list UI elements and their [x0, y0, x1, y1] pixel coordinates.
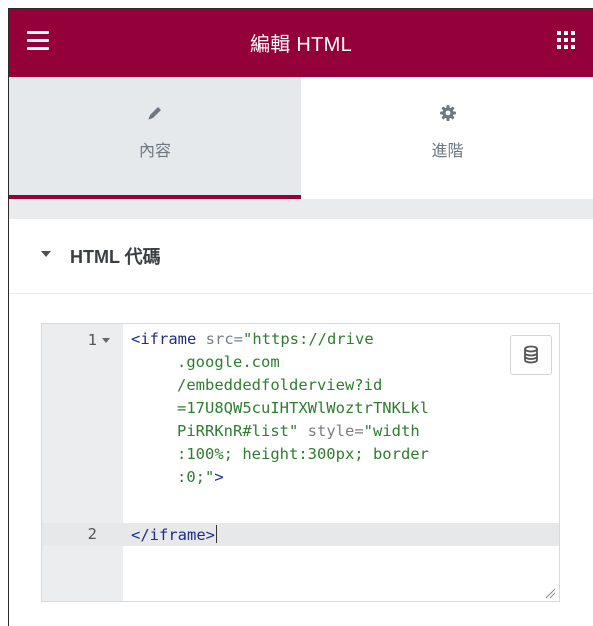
code-token-attr: style=	[298, 422, 364, 440]
panel-header: 編輯 HTML	[9, 9, 593, 77]
section-title: HTML 代碼	[70, 247, 161, 267]
editor-gutter: 1	[42, 324, 123, 601]
database-button[interactable]	[510, 335, 552, 375]
code-editor[interactable]: 1 2 <iframe src="https://drive .google.c…	[41, 323, 560, 602]
code-line: <iframe src="https://drive	[131, 330, 374, 350]
grid-apps-icon[interactable]	[557, 31, 575, 49]
code-token-tag: >	[214, 468, 224, 486]
tab-advanced-label: 進階	[431, 143, 464, 160]
section-header-html-code[interactable]: HTML 代碼	[9, 219, 593, 294]
tab-content[interactable]: 內容	[9, 77, 301, 199]
line-number: 2	[87, 525, 97, 543]
pencil-icon	[9, 103, 301, 123]
code-token-attr: src=	[196, 330, 243, 348]
caret-down-icon	[41, 251, 51, 257]
code-line: PiRRKnR#list" style="width	[177, 422, 420, 442]
code-line: :100%; height:300px; border	[177, 445, 429, 463]
tab-content-label: 內容	[138, 143, 171, 160]
fold-toggle-icon[interactable]	[102, 338, 110, 343]
section-divider	[9, 199, 593, 219]
code-token-string: "width	[363, 422, 420, 440]
code-token-tag: </iframe>	[131, 526, 215, 544]
active-line-highlight	[42, 523, 559, 546]
code-line: /embeddedfolderview?id	[177, 376, 383, 394]
code-text[interactable]: <iframe src="https://drive .google.com /…	[131, 324, 559, 544]
code-line: </iframe>	[131, 525, 217, 546]
code-token-string: PiRRKnR#list"	[177, 422, 299, 440]
line-number: 1	[87, 331, 97, 349]
code-token-string: "https://drive	[243, 330, 374, 348]
editor-panel: 編輯 HTML 內容 進階 HTML 代碼 1 2 <iframe src="h…	[8, 8, 593, 626]
code-line: =17U8QW5cuIHTXWlWoztrTNKLkl	[177, 399, 429, 417]
resize-handle-icon[interactable]	[544, 586, 556, 599]
page-title: 編輯 HTML	[249, 34, 353, 56]
tab-advanced[interactable]: 進階	[301, 77, 593, 199]
code-line: .google.com	[177, 353, 280, 371]
code-token-tag: <iframe	[131, 330, 197, 348]
gear-icon	[301, 103, 593, 123]
code-token-string: :0;"	[177, 468, 215, 486]
text-cursor	[216, 525, 217, 543]
code-line: :0;">	[177, 468, 224, 488]
database-icon	[524, 345, 538, 364]
panel-tabs: 內容 進階	[9, 77, 593, 199]
